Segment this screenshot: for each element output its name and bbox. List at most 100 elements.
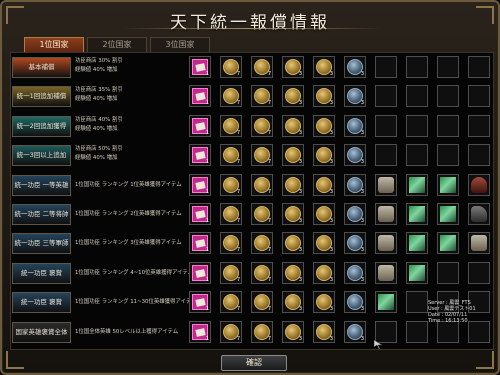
item-slot[interactable] <box>406 144 428 167</box>
item-slot[interactable] <box>468 232 490 255</box>
item-slot[interactable]: 1 <box>189 173 211 196</box>
item-slot[interactable] <box>437 203 459 225</box>
item-slot[interactable] <box>406 56 428 78</box>
item-slot[interactable] <box>437 232 459 255</box>
item-slot[interactable]: 7 <box>220 232 242 255</box>
item-slot[interactable]: 1 <box>189 114 211 137</box>
item-slot[interactable]: 7 <box>251 320 273 343</box>
item-slot[interactable]: 7 <box>251 85 273 108</box>
item-slot[interactable]: 3 <box>313 291 335 314</box>
item-slot[interactable]: 1 <box>189 291 211 314</box>
item-slot[interactable]: 3 <box>282 320 304 343</box>
item-slot[interactable]: 3 <box>344 114 366 137</box>
item-slot[interactable] <box>468 85 490 108</box>
item-slot[interactable] <box>375 114 397 137</box>
item-slot[interactable] <box>468 56 490 78</box>
item-slot[interactable] <box>437 114 459 137</box>
tab-3rd-country[interactable]: 3位国家 <box>150 37 210 52</box>
item-slot[interactable] <box>406 261 428 284</box>
item-slot[interactable]: 3 <box>282 144 304 167</box>
item-slot[interactable]: 1 <box>189 85 211 108</box>
item-slot[interactable]: 3 <box>282 232 304 255</box>
item-slot[interactable]: 7 <box>220 320 242 343</box>
item-slot[interactable]: 7 <box>251 261 273 284</box>
item-slot[interactable] <box>375 144 397 167</box>
item-slot[interactable] <box>375 291 397 314</box>
item-slot[interactable]: 3 <box>313 203 335 225</box>
item-slot[interactable]: 3 <box>282 85 304 108</box>
item-slot[interactable] <box>375 261 397 284</box>
item-slot[interactable] <box>406 114 428 137</box>
item-slot[interactable]: 7 <box>220 114 242 137</box>
tab-1st-country[interactable]: 1位国家 <box>24 37 84 52</box>
item-slot[interactable] <box>437 56 459 78</box>
item-slot[interactable] <box>468 173 490 196</box>
item-slot[interactable]: 3 <box>282 56 304 78</box>
item-slot[interactable]: 7 <box>220 261 242 284</box>
item-slot[interactable] <box>406 232 428 255</box>
item-slot[interactable]: 7 <box>220 173 242 196</box>
item-slot[interactable]: 3 <box>282 261 304 284</box>
item-slot[interactable] <box>375 232 397 255</box>
item-slot[interactable] <box>437 261 459 284</box>
item-slot[interactable]: 3 <box>313 85 335 108</box>
item-slot[interactable]: 7 <box>251 291 273 314</box>
item-slot[interactable]: 3 <box>313 173 335 196</box>
item-slot[interactable]: 3 <box>282 114 304 137</box>
item-slot[interactable] <box>375 85 397 108</box>
item-slot[interactable]: 3 <box>282 173 304 196</box>
item-slot[interactable]: 7 <box>220 56 242 78</box>
item-slot[interactable] <box>437 173 459 196</box>
item-slot[interactable]: 7 <box>251 114 273 137</box>
item-slot[interactable] <box>468 114 490 137</box>
tab-2nd-country[interactable]: 2位国家 <box>87 37 147 52</box>
item-slot[interactable]: 3 <box>344 173 366 196</box>
item-slot[interactable]: 3 <box>344 291 366 314</box>
confirm-button[interactable]: 確認 <box>221 355 287 371</box>
item-slot[interactable]: 7 <box>220 203 242 225</box>
item-slot[interactable]: 7 <box>251 144 273 167</box>
item-slot[interactable]: 7 <box>251 173 273 196</box>
item-slot[interactable] <box>406 85 428 108</box>
item-slot[interactable]: 3 <box>344 203 366 225</box>
item-slot[interactable]: 1 <box>189 232 211 255</box>
item-slot[interactable] <box>468 144 490 167</box>
rank-label: 統一1回追加補償 <box>12 86 71 108</box>
item-slot[interactable]: 1 <box>189 261 211 284</box>
item-slot[interactable]: 3 <box>282 291 304 314</box>
item-slot[interactable] <box>437 85 459 108</box>
item-slot[interactable]: 3 <box>313 261 335 284</box>
item-slot[interactable]: 1 <box>189 203 211 225</box>
item-slot[interactable]: 7 <box>251 232 273 255</box>
item-slot[interactable] <box>406 203 428 225</box>
item-slot[interactable]: 3 <box>344 320 366 343</box>
item-slot[interactable]: 7 <box>251 203 273 225</box>
item-slot[interactable]: 7 <box>251 56 273 78</box>
item-slot[interactable]: 7 <box>220 85 242 108</box>
item-slot[interactable] <box>375 203 397 225</box>
item-slot[interactable] <box>406 173 428 196</box>
item-slot[interactable]: 3 <box>313 56 335 78</box>
item-slot[interactable] <box>375 56 397 78</box>
item-slot[interactable]: 3 <box>344 85 366 108</box>
item-slot[interactable]: 7 <box>220 291 242 314</box>
item-slot[interactable]: 3 <box>282 203 304 225</box>
item-slot[interactable]: 3 <box>344 232 366 255</box>
item-slot[interactable] <box>468 261 490 284</box>
item-slot[interactable]: 1 <box>189 320 211 343</box>
item-slot[interactable]: 3 <box>344 56 366 78</box>
item-slot[interactable] <box>375 173 397 196</box>
item-slot[interactable]: 7 <box>220 144 242 167</box>
item-slot[interactable]: 3 <box>313 114 335 137</box>
item-slot[interactable] <box>406 291 428 314</box>
item-slot[interactable]: 3 <box>344 261 366 284</box>
item-slot[interactable]: 3 <box>313 232 335 255</box>
item-slot[interactable]: 3 <box>313 320 335 343</box>
item-slot[interactable]: 1 <box>189 56 211 78</box>
item-slot[interactable]: 1 <box>189 144 211 167</box>
item-slot[interactable]: 3 <box>344 144 366 167</box>
item-slot[interactable] <box>406 320 428 343</box>
item-slot[interactable] <box>468 203 490 225</box>
item-slot[interactable] <box>437 144 459 167</box>
item-slot[interactable]: 3 <box>313 144 335 167</box>
